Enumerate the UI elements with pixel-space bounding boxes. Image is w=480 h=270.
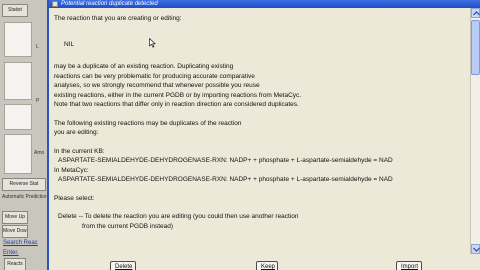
metacyc-reaction: ASPARTATE-SEMIALDEHYDE-DEHYDROGENASE-RXN…: [58, 176, 393, 183]
dialog-title: Potential reaction duplicate detected: [61, 1, 158, 7]
option-delete-line: Delete -- To delete the reaction you are…: [58, 213, 299, 220]
background-search-link[interactable]: Search Reac: [3, 240, 38, 246]
dialog-titlebar[interactable]: Potential reaction duplicate detected: [49, 0, 480, 8]
window-icon: [52, 1, 58, 7]
background-reverse-button[interactable]: Reverse Stat: [2, 178, 46, 191]
delete-button[interactable]: Delete: [110, 261, 136, 270]
option-delete-line: from the current PGDB instead): [82, 222, 174, 230]
duplicates-intro-line: The following existing reactions may be …: [54, 119, 242, 127]
scroll-thumb[interactable]: [471, 20, 480, 75]
scroll-up-arrow-icon[interactable]: [471, 8, 480, 18]
current-kb-label: In the current KB:: [54, 147, 105, 155]
background-bottom-link[interactable]: Enter.: [3, 250, 19, 256]
warning-line: Note that two reactions that differ only…: [54, 101, 299, 108]
background-side-mark-3: Amo: [34, 150, 45, 156]
dialog-message: The reaction that you are creating or ed…: [54, 14, 469, 254]
background-side-mark-2: P: [36, 98, 40, 104]
background-panel-cell: [4, 22, 32, 57]
background-move-down-button[interactable]: Move Down: [2, 225, 28, 238]
background-statist-button[interactable]: Statist: [2, 4, 28, 17]
import-button[interactable]: Import: [396, 261, 422, 270]
background-tab[interactable]: Reacts: [4, 258, 26, 270]
background-side-mark-1: L: [36, 44, 39, 50]
warning-line: may be a duplicate of an existing reacti…: [54, 63, 234, 70]
duplicates-intro-line: you are editing:: [54, 129, 99, 136]
duplicate-reaction-dialog: Potential reaction duplicate detected Th…: [47, 0, 480, 270]
background-panel-cell: [4, 134, 32, 174]
background-move-up-button[interactable]: Move Up: [2, 211, 28, 224]
background-panel-cell: [4, 104, 32, 130]
reaction-name: NIL: [64, 40, 75, 48]
metacyc-label: In MetaCyc:: [54, 166, 89, 174]
scroll-down-arrow-icon[interactable]: [471, 244, 480, 254]
background-small-label: Automatic Prediction: [2, 194, 48, 200]
mouse-cursor-icon: [149, 38, 156, 48]
background-panel-cell: [4, 62, 32, 100]
warning-line: analyses, so we strongly recommend that …: [54, 82, 260, 89]
warning-line: existing reactions, either in the curren…: [54, 91, 302, 99]
vertical-scrollbar[interactable]: [470, 8, 480, 254]
current-kb-reaction: ASPARTATE-SEMIALDEHYDE-DEHYDROGENASE-RXN…: [58, 157, 393, 164]
please-select-label: Please select:: [54, 194, 95, 202]
background-left-panel: Statist L P Amo Reverse Stat Automatic P…: [0, 0, 50, 270]
keep-button[interactable]: Keep: [256, 261, 278, 270]
intro-text: The reaction that you are creating or ed…: [54, 15, 182, 22]
dialog-button-bar: Delete Keep Import: [49, 256, 480, 270]
warning-line: reactions can be very problematic for pr…: [54, 72, 255, 80]
